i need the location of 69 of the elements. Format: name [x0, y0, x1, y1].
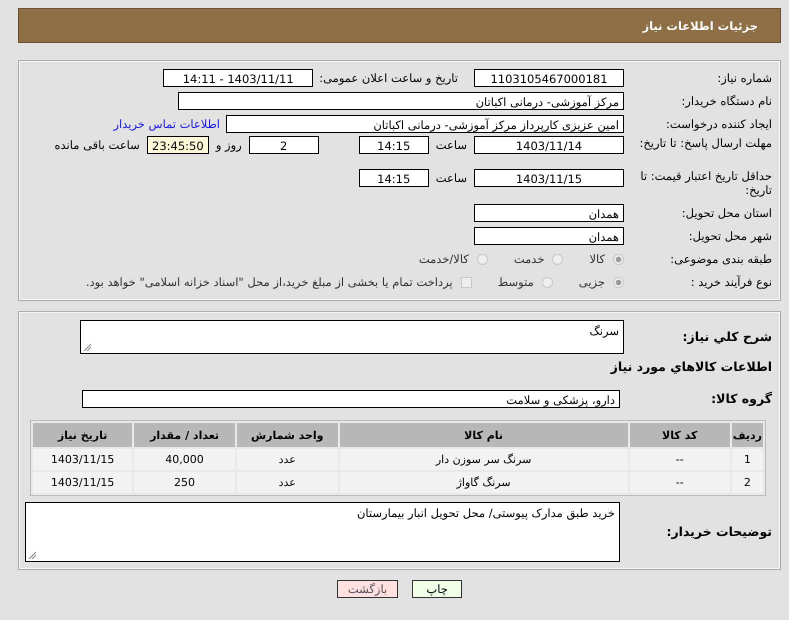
creator-field: امین عزیزی کارپرداز مرکز آموزشی- درمانی اکباتان [226, 115, 624, 133]
page-title: جزئیات اطلاعات نیاز [642, 18, 758, 32]
field-label: ایجاد کننده درخواست: [665, 117, 772, 131]
radio-button[interactable] [542, 276, 553, 288]
column-header: ردیف [732, 423, 763, 447]
field-label: حداقل تاریخ اعتبار قیمت: تا تاریخ: [639, 169, 772, 197]
announce-date-field: 1403/11/11 - 14:11 [163, 69, 314, 87]
option-label: پرداخت تمام یا بخشی از مبلغ خرید،از محل "اسناد خزانه اسلامی" خواهد بود. [86, 275, 453, 289]
option-label: کالا/خدمت [418, 252, 469, 266]
table-cell: سرنگ سر سوزن دار [340, 449, 628, 470]
remaining-label: ساعت باقی مانده [54, 137, 140, 154]
table-cell: -- [630, 472, 730, 493]
field-label: مهلت ارسال پاسخ: تا تاریخ: [638, 136, 772, 150]
print-button[interactable]: چاپ [412, 580, 462, 598]
need-number-field: 1103105467000181 [474, 69, 624, 87]
option-label: کالا [589, 252, 605, 266]
time-field: 14:15 [358, 169, 429, 187]
contact-link[interactable]: اطلاعات تماس خریدار [113, 117, 220, 131]
option-label: خدمت [514, 252, 544, 266]
field-label: طبقه بندی موضوعی: [669, 252, 772, 266]
date-field: 1403/11/14 [474, 136, 624, 154]
province-field: همدان [474, 204, 624, 222]
notes-textarea[interactable]: خرید طبق مدارک پیوستی/ محل تحویل انبار بیمارستان [25, 502, 620, 562]
back-button[interactable]: بازگشت [336, 580, 398, 598]
radio-button[interactable] [613, 254, 624, 264]
table-cell: 40,000 [134, 449, 235, 470]
remaining-time-field: 23:45:50 [146, 136, 209, 154]
table-cell: 1403/11/15 [33, 449, 132, 470]
field-label: تاریخ و ساعت اعلان عمومی: [319, 71, 458, 85]
section-title: اطلاعات کالاهاي مورد نياز [610, 359, 772, 374]
date-field: 1403/11/15 [474, 169, 624, 187]
time-field: 14:15 [358, 136, 429, 154]
city-field: همدان [474, 227, 624, 245]
days-label: روز و [216, 137, 242, 154]
column-header: تعداد / مقدار [134, 423, 235, 447]
summary-textarea[interactable]: سرنگ [80, 320, 624, 354]
field-label: شهر محل تحویل: [688, 229, 772, 243]
radio-button[interactable] [552, 254, 564, 264]
resize-grip-icon [28, 551, 36, 559]
option-label: متوسط [498, 275, 534, 289]
field-label: گروه کالا: [710, 392, 772, 406]
field-label: توضیحات خریدار: [665, 525, 772, 539]
radio-button[interactable] [613, 276, 624, 288]
column-header: نام کالا [340, 423, 628, 447]
days-field: 2 [248, 136, 319, 154]
table-cell: 250 [134, 472, 235, 493]
option-label: جزیی [578, 275, 605, 289]
field-label: شماره نیاز: [716, 71, 772, 85]
table-cell: -- [630, 449, 730, 470]
column-header: کد کالا [630, 423, 730, 447]
time-label: ساعت [436, 170, 467, 187]
checkbox[interactable] [460, 276, 472, 288]
column-header: واحد شمارش [236, 423, 338, 447]
field-label: نوع فرآیند خرید : [690, 275, 772, 289]
table-cell: 1403/11/15 [33, 472, 132, 493]
field-label: شرح کلي نياز: [682, 330, 772, 344]
table-cell: عدد [236, 449, 338, 470]
table-cell: عدد [236, 472, 338, 493]
table-cell: 2 [732, 472, 763, 493]
field-label: استان محل تحویل: [680, 206, 772, 220]
radio-button[interactable] [476, 254, 488, 264]
field-label: نام دستگاه خریدار: [680, 94, 772, 108]
buyer-field: مرکز آموزشی- درمانی اکباتان [178, 92, 624, 110]
column-header: تاریخ نیاز [33, 423, 132, 447]
table-cell: 1 [732, 449, 763, 470]
time-label: ساعت [436, 137, 467, 154]
goods-group-field: دارو، پزشکی و سلامت [82, 390, 620, 408]
resize-grip-icon [83, 343, 91, 351]
table-cell: سرنگ گاواژ [340, 472, 628, 493]
